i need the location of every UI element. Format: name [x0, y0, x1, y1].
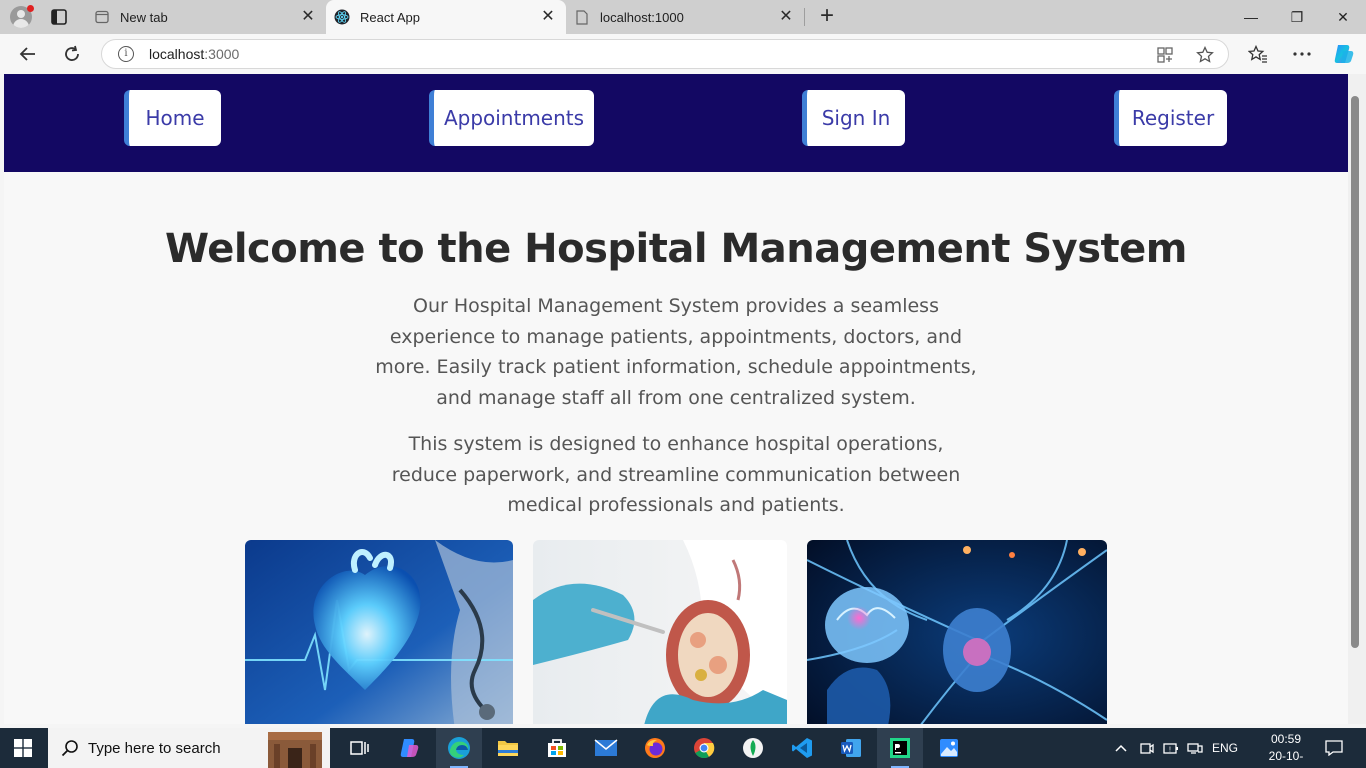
- battery-warning-icon[interactable]: !: [1163, 728, 1179, 768]
- search-highlight-image: [260, 728, 330, 768]
- site-info-icon[interactable]: i: [118, 46, 134, 62]
- tab-localhost-1000[interactable]: localhost:1000 ✕: [566, 0, 804, 34]
- tab-strip: New tab ✕ React App ✕ localhost:1000 ✕ +…: [0, 0, 1366, 34]
- photos-icon[interactable]: [926, 728, 972, 768]
- kidney-image: [533, 540, 787, 724]
- clock-time: 00:59: [1270, 732, 1302, 746]
- file-explorer-icon[interactable]: [485, 728, 531, 768]
- app-available-icon[interactable]: [1156, 46, 1174, 64]
- tab-title: React App: [360, 9, 420, 25]
- pycharm-icon[interactable]: [877, 728, 923, 768]
- browser-toolbar: i localhost:3000: [0, 34, 1366, 74]
- vscode-icon[interactable]: [779, 728, 825, 768]
- chrome-icon[interactable]: [681, 728, 727, 768]
- svg-text:!: !: [1169, 747, 1171, 754]
- clock-date: 20-10-2024: [1268, 749, 1304, 768]
- tab-react-app[interactable]: React App ✕: [326, 0, 566, 34]
- tab-actions-icon[interactable]: [50, 8, 68, 26]
- tab-title: localhost:1000: [600, 9, 684, 25]
- page-viewport: Home Appointments Sign In Register Welco…: [4, 74, 1348, 724]
- system-clock[interactable]: 00:59 20-10-2024: [1258, 731, 1314, 768]
- favorites-icon[interactable]: [1248, 44, 1268, 64]
- nav-home-button[interactable]: Home: [124, 90, 221, 146]
- react-logo-icon: [334, 9, 350, 25]
- favorite-star-icon[interactable]: [1196, 45, 1214, 64]
- taskbar-search-box[interactable]: Type here to search: [48, 728, 330, 768]
- nav-appointments-button[interactable]: Appointments: [429, 90, 594, 146]
- copilot-icon[interactable]: [1332, 42, 1356, 66]
- scrollbar-thumb[interactable]: [1351, 96, 1359, 648]
- back-arrow-icon[interactable]: [18, 44, 38, 64]
- address-bar[interactable]: i localhost:3000: [101, 39, 1229, 69]
- nav-sign-in-button[interactable]: Sign In: [802, 90, 905, 146]
- site-navbar: Home Appointments Sign In Register: [4, 74, 1348, 172]
- show-hidden-icons[interactable]: [1114, 728, 1128, 768]
- windows-taskbar: Type here to search ! ENG 00:59 20-10-: [0, 728, 1366, 768]
- intro-paragraph: Our Hospital Management System provides …: [375, 295, 977, 410]
- document-icon: [574, 9, 590, 25]
- page-title: Welcome to the Hospital Management Syste…: [165, 226, 1187, 272]
- tab-new-tab[interactable]: New tab ✕: [86, 0, 326, 34]
- notification-dot: [27, 5, 34, 12]
- meet-now-icon[interactable]: [1140, 728, 1154, 768]
- edge-browser-icon[interactable]: [436, 728, 482, 768]
- mongodb-compass-icon[interactable]: [730, 728, 776, 768]
- close-tab-icon[interactable]: ✕: [778, 9, 794, 25]
- url-text: localhost:3000: [149, 46, 240, 62]
- mail-icon[interactable]: [583, 728, 629, 768]
- search-placeholder: Type here to search: [88, 739, 221, 757]
- word-icon[interactable]: [828, 728, 874, 768]
- windows-start-icon[interactable]: [14, 739, 32, 757]
- microsoft-store-icon[interactable]: [534, 728, 580, 768]
- close-window-button[interactable]: ✕: [1320, 0, 1366, 34]
- heart-image: [245, 540, 513, 724]
- firefox-icon[interactable]: [632, 728, 678, 768]
- more-options-icon[interactable]: [1292, 44, 1312, 64]
- copilot-app-icon[interactable]: [387, 728, 433, 768]
- close-tab-icon[interactable]: ✕: [300, 9, 316, 25]
- network-icon[interactable]: [1187, 728, 1203, 768]
- maximize-button[interactable]: ❐: [1274, 0, 1320, 34]
- search-icon: [61, 739, 79, 757]
- close-tab-icon[interactable]: ✕: [540, 9, 556, 25]
- nav-register-button[interactable]: Register: [1114, 90, 1227, 146]
- tab-separator: [804, 8, 805, 26]
- description-paragraph: This system is designed to enhance hospi…: [391, 433, 961, 517]
- newtab-page-icon: [94, 9, 110, 25]
- brain-neurons-image: [807, 540, 1107, 724]
- tab-title: New tab: [120, 9, 168, 25]
- notification-center-icon[interactable]: [1325, 728, 1343, 768]
- language-indicator[interactable]: ENG: [1212, 728, 1238, 768]
- refresh-icon[interactable]: [62, 44, 82, 64]
- minimize-button[interactable]: —: [1228, 0, 1274, 34]
- new-tab-button[interactable]: +: [816, 4, 838, 28]
- task-view-icon[interactable]: [337, 728, 383, 768]
